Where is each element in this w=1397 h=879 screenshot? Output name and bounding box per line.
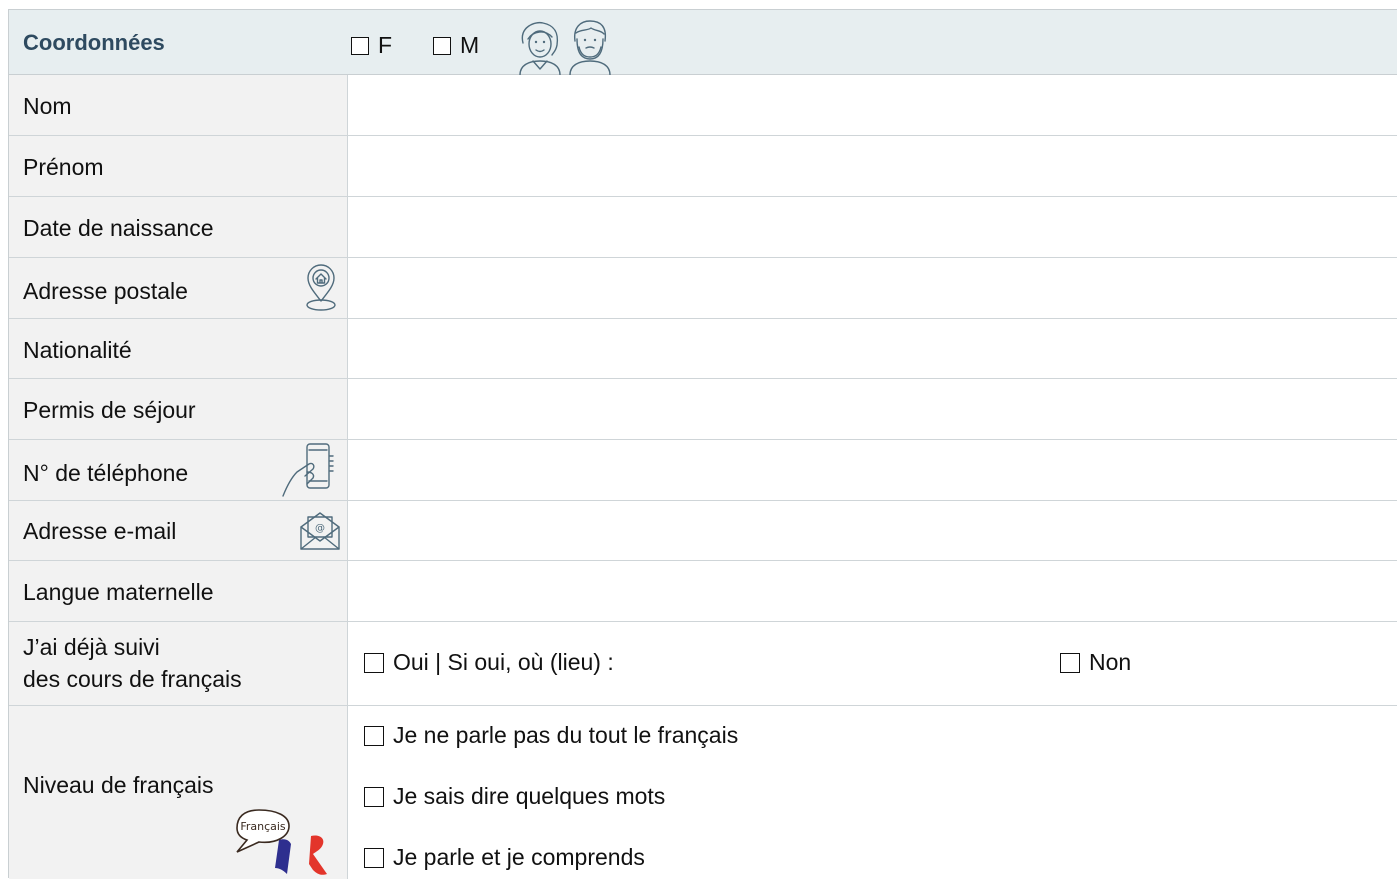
level-option-1-label: Je ne parle pas du tout le français [393, 722, 739, 748]
gender-m-option[interactable]: M [433, 32, 479, 59]
field-row-date-naissance: Date de naissance [9, 197, 1397, 258]
field-row-langue-maternelle: Langue maternelle [9, 561, 1397, 622]
courses-yes-option[interactable]: Oui | Si oui, où (lieu) : [364, 649, 614, 676]
field-row-nom: Nom [9, 75, 1397, 136]
field-row-niveau-francais: Niveau de français Français Je ne parle … [9, 706, 1397, 879]
field-label-cell: Niveau de français Français [9, 706, 348, 879]
level-option-3-label: Je parle et je comprends [393, 844, 645, 870]
courses-yes-checkbox[interactable] [364, 652, 384, 673]
field-label: Adresse postale [23, 278, 188, 304]
registration-form: Coordonnées F M Nom Prénom Date de naiss… [8, 9, 1397, 879]
gender-f-label: F [378, 32, 393, 58]
level-option-2-label: Je sais dire quelques mots [393, 783, 666, 809]
field-label-cell: Date de naissance [9, 197, 348, 257]
telephone-input[interactable] [348, 440, 1397, 500]
field-row-telephone: N° de téléphone [9, 440, 1397, 501]
field-label-cell: Nationalité [9, 319, 348, 378]
adresse-postale-input[interactable] [348, 258, 1397, 318]
field-row-permis-sejour: Permis de séjour [9, 379, 1397, 440]
field-label-cell: Prénom [9, 136, 348, 196]
section-title: Coordonnées [23, 30, 165, 55]
courses-label-line1: J’ai déjà suivi [23, 634, 160, 660]
level-label: Niveau de français [23, 772, 214, 798]
location-pin-home-icon [306, 264, 336, 311]
bubble-text: Français [240, 820, 286, 833]
field-label: Date de naissance [23, 215, 214, 241]
level-answer-cell: Je ne parle pas du tout le français Je s… [348, 706, 1397, 879]
header-row: Coordonnées F M [9, 10, 1397, 75]
phone-in-hand-icon [282, 443, 334, 497]
field-label: Nom [23, 93, 72, 119]
field-row-cours-francais: J’ai déjà suivi des cours de français Ou… [9, 622, 1397, 706]
courses-no-option[interactable]: Non [1060, 649, 1131, 676]
langue-maternelle-input[interactable] [348, 561, 1397, 621]
date-naissance-input[interactable] [348, 197, 1397, 257]
nom-input[interactable] [348, 75, 1397, 135]
field-row-prenom: Prénom [9, 136, 1397, 197]
level-option-1[interactable]: Je ne parle pas du tout le français [364, 722, 738, 749]
field-label-cell: Permis de séjour [9, 379, 348, 439]
level-option-3-checkbox[interactable] [364, 847, 384, 868]
courses-label-line2: des cours de français [23, 666, 242, 692]
permis-sejour-input[interactable] [348, 379, 1397, 439]
courses-no-label: Non [1089, 649, 1132, 675]
gender-f-option[interactable]: F [351, 32, 392, 59]
field-row-nationalite: Nationalité [9, 319, 1397, 379]
gender-m-label: M [460, 32, 480, 58]
field-label: N° de téléphone [23, 460, 189, 486]
field-row-adresse-postale: Adresse postale [9, 258, 1397, 319]
french-speech-bubble-icon: Français [236, 809, 327, 875]
field-label-cell: J’ai déjà suivi des cours de français [9, 622, 348, 705]
gender-m-checkbox[interactable] [433, 36, 451, 55]
level-option-3[interactable]: Je parle et je comprends [364, 844, 645, 871]
field-label: Nationalité [23, 337, 132, 363]
field-label-cell: Adresse postale [9, 258, 348, 318]
level-option-2[interactable]: Je sais dire quelques mots [364, 783, 665, 810]
field-label-cell: Nom [9, 75, 348, 135]
svg-text:@: @ [315, 523, 325, 534]
field-label: Permis de séjour [23, 397, 196, 423]
email-envelope-icon: @ [300, 512, 340, 550]
courses-answer-cell: Oui | Si oui, où (lieu) : Non [348, 622, 1397, 705]
field-row-email: Adresse e-mail @ [9, 501, 1397, 561]
gender-f-checkbox[interactable] [351, 36, 369, 55]
email-input[interactable] [348, 501, 1397, 560]
prenom-input[interactable] [348, 136, 1397, 196]
nationalite-input[interactable] [348, 319, 1397, 378]
field-label: Prénom [23, 154, 104, 180]
field-label: Adresse e-mail [23, 518, 177, 544]
field-label-cell: Adresse e-mail @ [9, 501, 348, 560]
level-option-1-checkbox[interactable] [364, 725, 384, 746]
level-option-2-checkbox[interactable] [364, 786, 384, 807]
field-label: Langue maternelle [23, 579, 214, 605]
courses-yes-label: Oui | Si oui, où (lieu) : [393, 649, 614, 675]
field-label-cell: Langue maternelle [9, 561, 348, 621]
field-label-cell: N° de téléphone [9, 440, 348, 500]
woman-man-icon [519, 20, 611, 75]
courses-no-checkbox[interactable] [1060, 652, 1080, 673]
